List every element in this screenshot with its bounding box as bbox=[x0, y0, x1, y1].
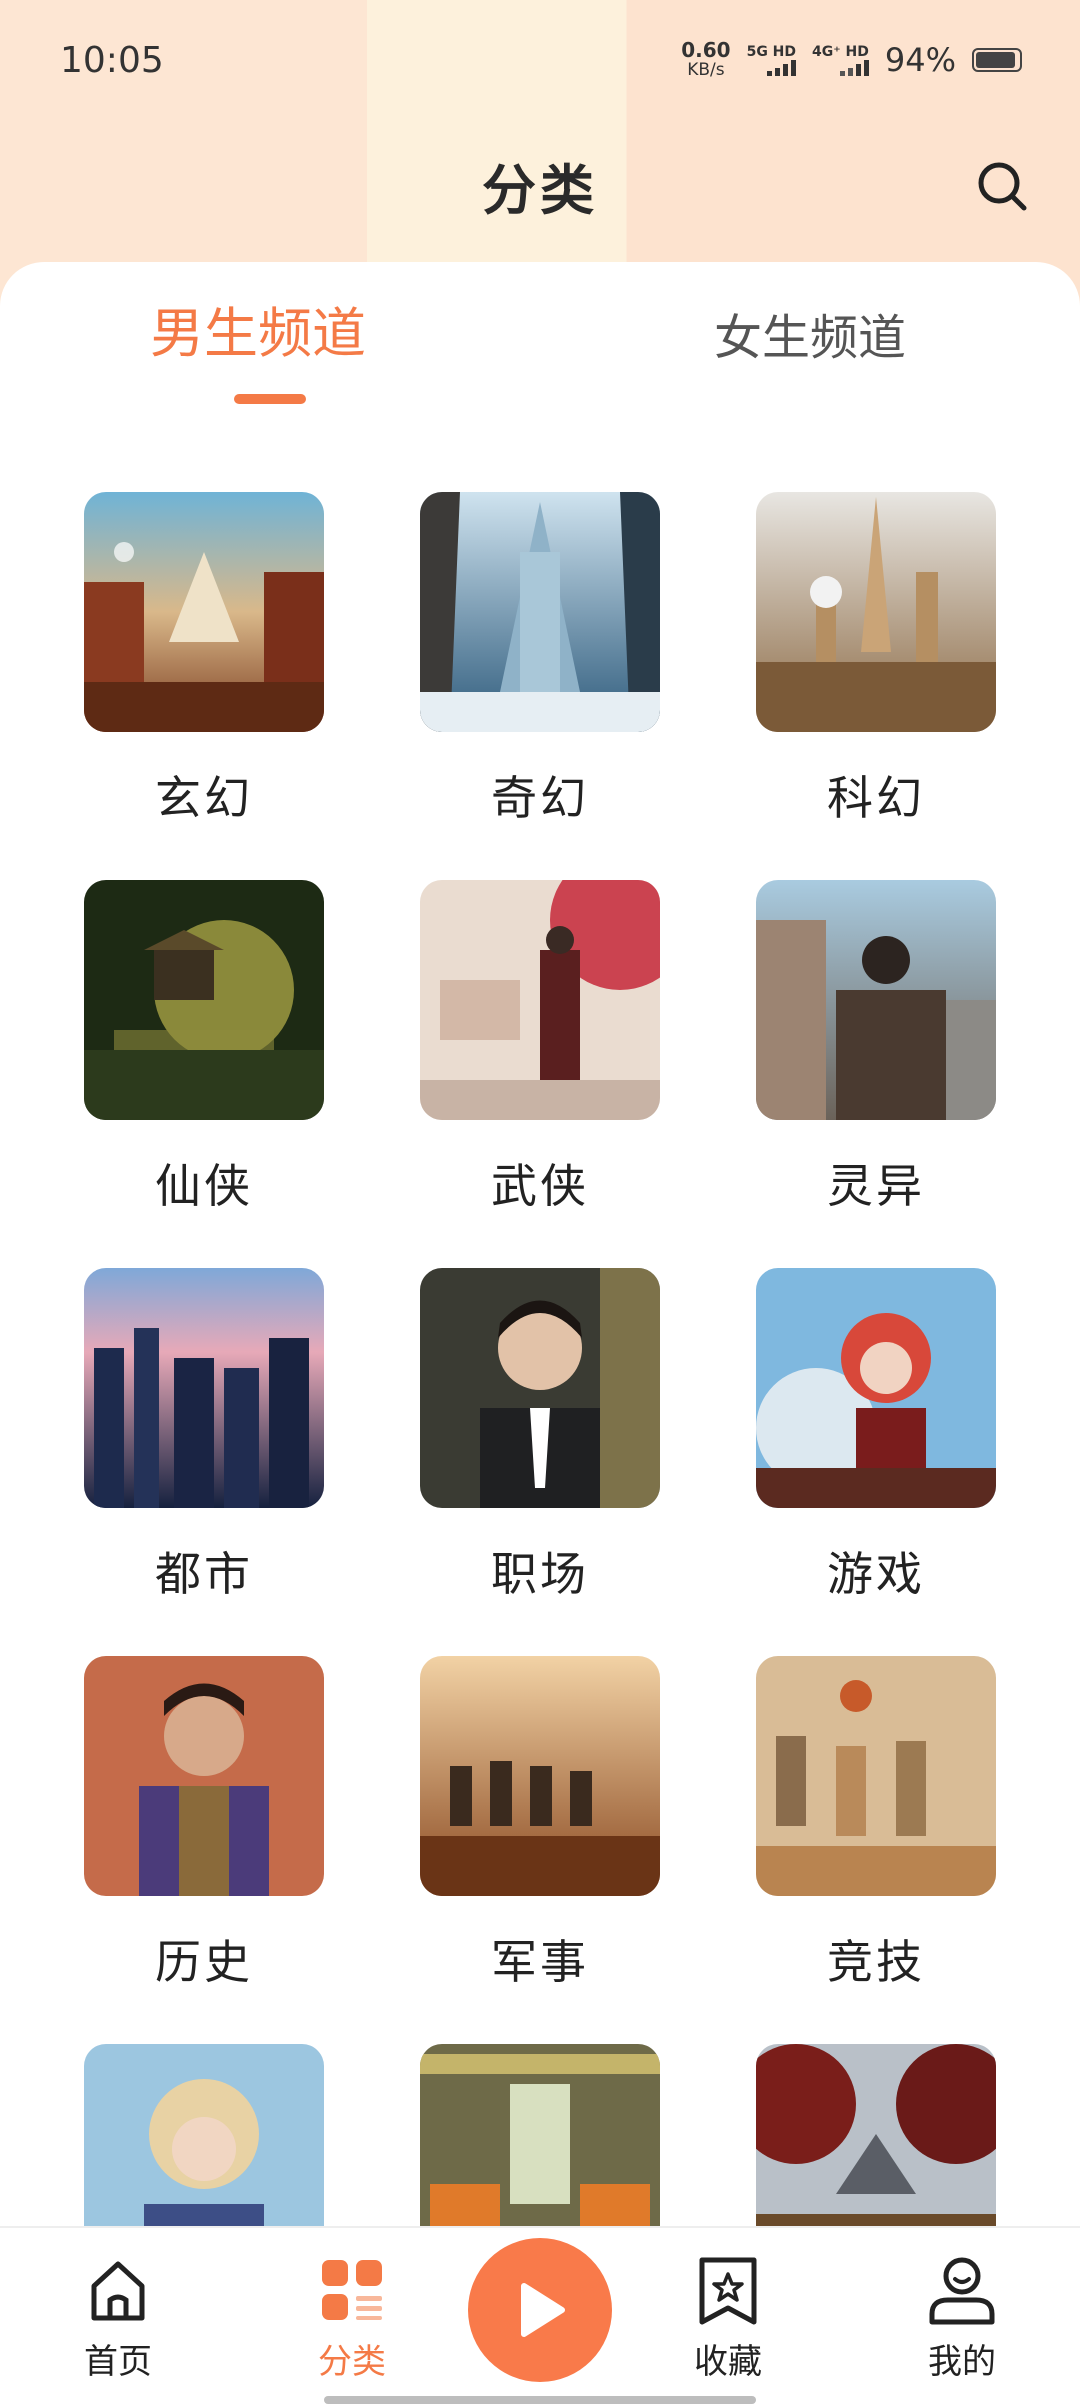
ruined-city-figure-thumbnail bbox=[756, 880, 996, 1120]
tab-female-channel[interactable]: 女生频道 bbox=[714, 306, 906, 370]
signal-5g-label: 5G HD bbox=[746, 44, 797, 60]
nav-home-label: 首页 bbox=[84, 2342, 152, 2382]
category-label: 仙侠 bbox=[155, 1159, 253, 1213]
swordsman-blossom-thumbnail bbox=[420, 880, 660, 1120]
nav-profile[interactable]: 我的 bbox=[892, 2252, 1032, 2383]
category-screen: 10:05 0.60 KB/s 5G HD 4G⁺ HD 94% 分类 男生频道… bbox=[0, 0, 1080, 2408]
category-label: 游戏 bbox=[827, 1547, 925, 1601]
nav-category[interactable]: 分类 bbox=[282, 2252, 422, 2383]
battery-percent: 94% bbox=[884, 41, 956, 79]
category-label: 都市 bbox=[155, 1547, 253, 1601]
signal-4g-label: 4G⁺ HD bbox=[812, 44, 869, 60]
active-tab-indicator bbox=[234, 394, 306, 404]
category-item-junshi[interactable]: 军事 bbox=[420, 1656, 660, 2016]
category-label: 职场 bbox=[491, 1547, 589, 1601]
category-item-lingyi[interactable]: 灵异 bbox=[756, 880, 996, 1240]
content-sheet: 男生频道 女生频道 玄幻 奇幻 科幻 仙侠 武侠 灵异 都市 职场 游戏 历史 … bbox=[0, 262, 1080, 2408]
tab-male-channel[interactable]: 男生频道 bbox=[150, 302, 366, 366]
network-speed-value: 0.60 bbox=[681, 38, 731, 62]
status-bar: 10:05 0.60 KB/s 5G HD 4G⁺ HD 94% bbox=[0, 0, 1080, 120]
category-item-youxi[interactable]: 游戏 bbox=[756, 1268, 996, 1628]
category-grid-icon bbox=[322, 2260, 382, 2320]
channel-tabs: 男生频道 女生频道 bbox=[0, 262, 1080, 422]
category-item-xianxia[interactable]: 仙侠 bbox=[84, 880, 324, 1240]
nav-category-label: 分类 bbox=[318, 2342, 386, 2382]
historical-warrior-thumbnail bbox=[84, 1656, 324, 1896]
nav-home[interactable]: 首页 bbox=[48, 2252, 188, 2383]
signal-4g: 4G⁺ HD bbox=[812, 44, 869, 76]
battery-icon bbox=[972, 48, 1022, 72]
category-item-zhichang[interactable]: 职场 bbox=[420, 1268, 660, 1628]
signal-5g: 5G HD bbox=[746, 44, 797, 76]
network-speed: 0.60 KB/s bbox=[681, 40, 730, 80]
category-label: 奇幻 bbox=[491, 771, 589, 825]
fantasy-city-thumbnail bbox=[84, 492, 324, 732]
category-label: 历史 bbox=[155, 1935, 253, 1989]
page-title: 分类 bbox=[482, 158, 598, 222]
bottom-navigation: 首页 分类 收藏 我的 bbox=[0, 2226, 1080, 2408]
search-icon bbox=[978, 162, 1027, 211]
nav-favorites-label: 收藏 bbox=[694, 2342, 762, 2382]
category-item-dushi[interactable]: 都市 bbox=[84, 1268, 324, 1628]
category-item-qihuan[interactable]: 奇幻 bbox=[420, 492, 660, 852]
network-speed-unit: KB/s bbox=[687, 60, 725, 80]
play-button[interactable] bbox=[468, 2238, 612, 2382]
status-time: 10:05 bbox=[60, 39, 164, 81]
nav-profile-label: 我的 bbox=[928, 2342, 996, 2382]
title-bar: 分类 bbox=[0, 130, 1080, 240]
category-item-wuxia[interactable]: 武侠 bbox=[420, 880, 660, 1240]
bookmark-star-icon bbox=[699, 2257, 757, 2325]
play-icon bbox=[521, 2283, 565, 2337]
basketball-thumbnail bbox=[756, 1656, 996, 1896]
soldiers-thumbnail bbox=[420, 1656, 660, 1896]
night-city-thumbnail bbox=[84, 1268, 324, 1508]
category-label: 灵异 bbox=[827, 1159, 925, 1213]
scifi-city-thumbnail bbox=[756, 492, 996, 732]
ice-castle-thumbnail bbox=[420, 492, 660, 732]
nav-favorites[interactable]: 收藏 bbox=[658, 2252, 798, 2383]
forest-pavilion-thumbnail bbox=[84, 880, 324, 1120]
search-button[interactable] bbox=[974, 158, 1030, 214]
category-item-xuanhuan[interactable]: 玄幻 bbox=[84, 492, 324, 852]
home-icon bbox=[91, 2261, 145, 2321]
category-label: 玄幻 bbox=[155, 771, 253, 825]
home-indicator[interactable] bbox=[324, 2396, 756, 2404]
profile-icon bbox=[929, 2257, 995, 2325]
category-label: 军事 bbox=[491, 1935, 589, 1989]
category-item-kehuan[interactable]: 科幻 bbox=[756, 492, 996, 852]
category-item-lishi[interactable]: 历史 bbox=[84, 1656, 324, 2016]
category-label: 竞技 bbox=[827, 1935, 925, 1989]
status-indicators: 0.60 KB/s 5G HD 4G⁺ HD 94% bbox=[681, 40, 1022, 80]
category-label: 科幻 bbox=[827, 771, 925, 825]
signal-bars-icon bbox=[767, 60, 797, 76]
redhead-girl-thumbnail bbox=[756, 1268, 996, 1508]
signal-bars-icon bbox=[839, 60, 869, 76]
category-item-jingji[interactable]: 竞技 bbox=[756, 1656, 996, 2016]
category-label: 武侠 bbox=[491, 1159, 589, 1213]
businessman-thumbnail bbox=[420, 1268, 660, 1508]
